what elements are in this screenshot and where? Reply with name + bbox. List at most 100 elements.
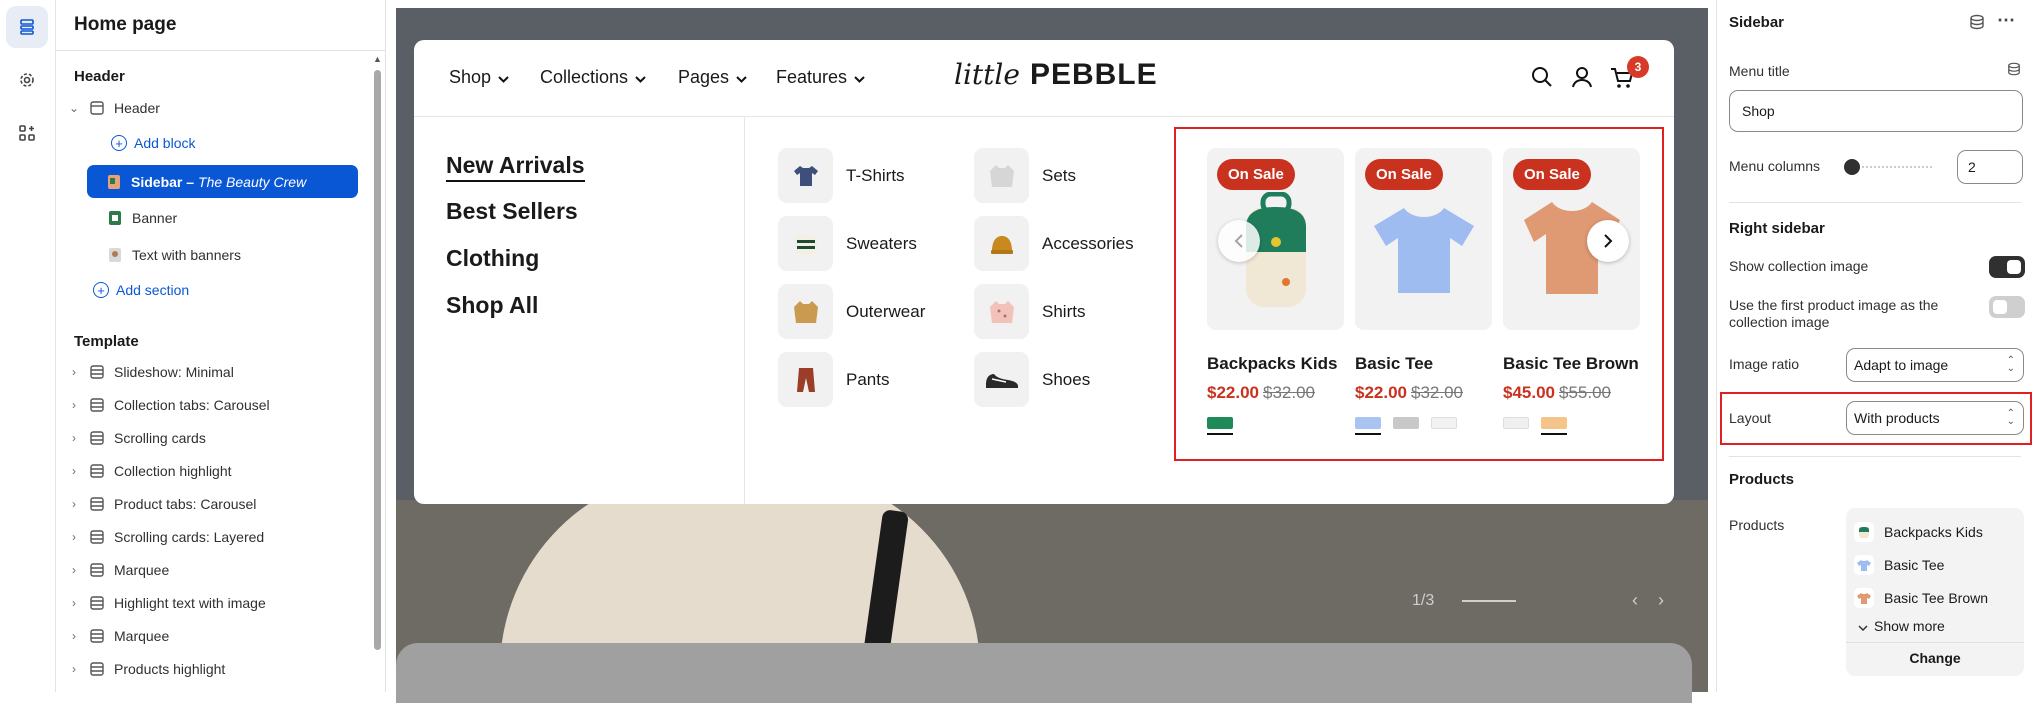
chevron-right-icon[interactable]: ›	[66, 563, 82, 577]
chevron-right-icon[interactable]: ›	[66, 398, 82, 412]
menu-columns-slider-handle[interactable]	[1844, 159, 1860, 175]
menu-title-input[interactable]: Shop	[1729, 90, 2023, 132]
chevron-right-icon[interactable]: ›	[66, 530, 82, 544]
image-ratio-select[interactable]: Adapt to image ⌃ ⌄	[1846, 348, 2024, 382]
chevron-right-icon[interactable]: ›	[66, 464, 82, 478]
text-with-banners-row[interactable]: Text with banners	[100, 239, 400, 271]
category-shoes[interactable]: Shoes	[974, 352, 1090, 407]
logo-script: little	[954, 58, 1020, 91]
header-group-row[interactable]: ⌄ Header	[66, 92, 366, 124]
show-collection-image-label: Show collection image	[1729, 258, 1869, 274]
chevron-right-icon[interactable]: ›	[66, 596, 82, 610]
category-pants[interactable]: Pants	[778, 352, 889, 407]
nav-collections[interactable]: Collections	[540, 67, 646, 88]
nav-shop-label: Shop	[449, 67, 492, 87]
settings-gear-icon[interactable]	[6, 59, 48, 101]
nav-shop[interactable]: Shop	[449, 67, 509, 88]
template-section-row[interactable]: › Collection highlight	[66, 455, 366, 487]
section-icon	[88, 628, 106, 644]
add-section-label: Add section	[116, 282, 190, 298]
chevron-down-icon	[498, 67, 509, 88]
chevron-down-icon	[1858, 618, 1868, 634]
chevron-right-icon[interactable]: ›	[66, 365, 82, 379]
dynamic-source-icon[interactable]	[2007, 62, 2021, 79]
link-shop-all[interactable]: Shop All	[446, 292, 538, 319]
scrollbar-thumb[interactable]	[374, 70, 381, 650]
template-section-label: Collection highlight	[114, 463, 232, 479]
scroll-up-icon[interactable]: ▲	[373, 54, 382, 64]
template-section-row[interactable]: › Marquee	[66, 620, 366, 652]
backpack-thumbnail	[1854, 522, 1874, 542]
template-section-label: Highlight text with image	[114, 595, 266, 611]
sections-icon[interactable]	[6, 6, 48, 48]
divider	[1846, 642, 2024, 643]
menu-title-label: Menu title	[1729, 63, 1790, 79]
store-logo[interactable]: little PEBBLE	[954, 58, 1158, 92]
apps-icon[interactable]	[6, 112, 48, 154]
template-section-row[interactable]: › Scrolling cards	[66, 422, 366, 454]
chevron-right-icon[interactable]: ›	[66, 629, 82, 643]
chevron-down-icon	[736, 67, 747, 88]
change-button[interactable]: Change	[1846, 650, 2024, 666]
add-circle-icon: +	[93, 282, 109, 298]
template-section-label: Slideshow: Minimal	[114, 364, 234, 380]
category-label: Shirts	[1042, 301, 1086, 321]
show-collection-image-toggle[interactable]	[1989, 256, 2025, 278]
search-icon[interactable]	[1531, 66, 1553, 91]
template-section-row[interactable]: › Product tabs: Carousel	[66, 488, 366, 520]
category-sweaters[interactable]: Sweaters	[778, 216, 917, 271]
template-section-label: Product tabs: Carousel	[114, 496, 257, 512]
template-section-label: Marquee	[114, 628, 170, 644]
section-icon	[88, 661, 106, 677]
template-section-row[interactable]: › Slideshow: Minimal	[66, 356, 366, 388]
page-title: Home page	[74, 14, 177, 35]
product-list-label: Basic Tee	[1884, 557, 1945, 573]
chevron-right-icon[interactable]: ›	[66, 497, 82, 511]
outerwear-thumbnail	[778, 284, 833, 339]
category-accessories[interactable]: Accessories	[974, 216, 1134, 271]
template-section-row[interactable]: › Collection tabs: Carousel	[66, 389, 366, 421]
template-section-row[interactable]: › Scrolling cards: Layered	[66, 521, 366, 553]
chevron-down-icon[interactable]: ⌄	[66, 101, 82, 115]
shirts-thumbnail	[974, 284, 1029, 339]
chevron-right-icon[interactable]: ›	[66, 662, 82, 676]
nav-features[interactable]: Features	[776, 67, 865, 88]
nav-pages[interactable]: Pages	[678, 67, 747, 88]
slide-prev-icon[interactable]: ‹	[1632, 590, 1638, 611]
banner-block-row[interactable]: Banner	[100, 202, 400, 234]
next-section-preview	[396, 643, 1692, 703]
template-section-row[interactable]: › Marquee	[66, 554, 366, 586]
add-section-link[interactable]: + Add section	[93, 274, 393, 306]
products-heading: Products	[1729, 471, 1795, 488]
category-sets[interactable]: Sets	[974, 148, 1076, 203]
menu-columns-input[interactable]: 2	[1957, 150, 2023, 184]
sweater-thumbnail	[778, 216, 833, 271]
category-label: Sets	[1042, 165, 1077, 185]
category-outerwear[interactable]: Outerwear	[778, 284, 925, 339]
template-section-row[interactable]: › Highlight text with image	[66, 587, 366, 619]
banner-label: Banner	[132, 210, 178, 226]
show-more-button[interactable]: Show more	[1858, 618, 1945, 634]
category-shirts[interactable]: Shirts	[974, 284, 1085, 339]
product-list-item[interactable]: Basic Tee Brown	[1854, 588, 1988, 608]
more-options-icon[interactable]: ⋯	[1997, 10, 2015, 31]
account-icon[interactable]	[1571, 66, 1593, 91]
template-section-row[interactable]: › Products highlight	[66, 653, 366, 685]
sidebar-block-collection: The Beauty Crew	[198, 173, 307, 190]
section-icon	[88, 397, 106, 413]
sidebar-block-row[interactable]: Sidebar – The Beauty Crew	[87, 165, 358, 198]
add-block-link[interactable]: + Add block	[111, 127, 411, 159]
category-tshirts[interactable]: T-Shirts	[778, 148, 905, 203]
database-icon[interactable]	[1969, 14, 1985, 33]
slide-next-icon[interactable]: ›	[1658, 590, 1664, 611]
link-clothing[interactable]: Clothing	[446, 245, 539, 272]
chevron-right-icon[interactable]: ›	[66, 431, 82, 445]
product-list-item[interactable]: Basic Tee	[1854, 555, 1944, 575]
link-new-arrivals[interactable]: New Arrivals	[446, 152, 585, 182]
category-label: Shoes	[1042, 369, 1091, 389]
chevron-down-icon	[635, 67, 646, 88]
divider	[1729, 456, 2021, 457]
link-best-sellers[interactable]: Best Sellers	[446, 198, 578, 225]
product-list-item[interactable]: Backpacks Kids	[1854, 522, 1983, 542]
use-first-product-toggle[interactable]	[1989, 296, 2025, 318]
